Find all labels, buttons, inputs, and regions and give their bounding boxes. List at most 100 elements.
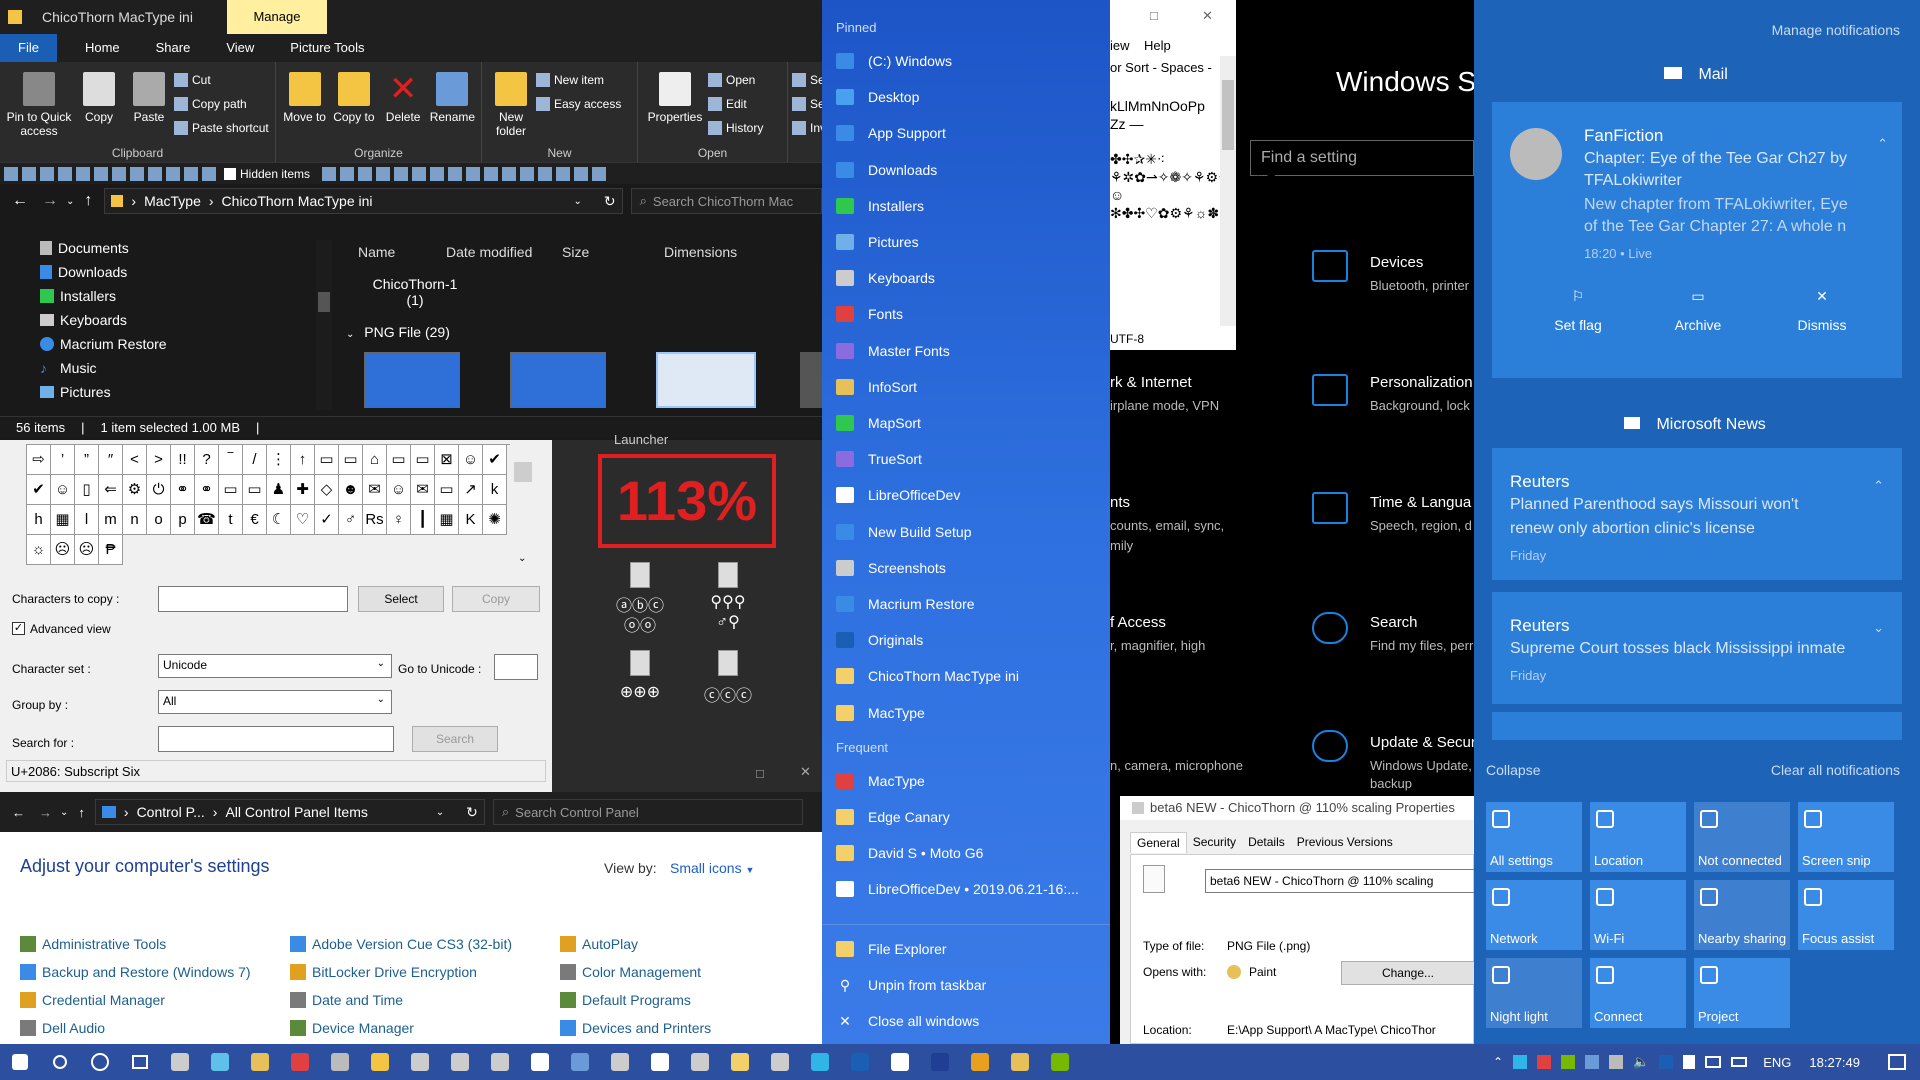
manage-notifications-link[interactable]: Manage notifications [1772,22,1900,38]
tab-share[interactable]: Share [138,34,209,62]
qat-icon[interactable] [394,166,409,181]
qat-icon[interactable] [430,166,445,181]
chevron-up-icon[interactable]: ⌃ [1877,136,1888,152]
pinned-item[interactable]: Master Fonts [836,336,1100,366]
refresh-icon[interactable]: ↻ [604,193,616,210]
char-cell[interactable]: ⚭ [195,475,219,505]
taskbar-app-button[interactable] [240,1044,280,1080]
taskbar-app-button[interactable] [280,1044,320,1080]
change-button[interactable]: Change... [1341,961,1475,985]
taskbar-app-button[interactable] [360,1044,400,1080]
taskbar-app-button[interactable] [920,1044,960,1080]
column-name[interactable]: Name [358,244,395,260]
personalization-icon[interactable] [1312,374,1348,406]
quick-action-tile[interactable]: Nearby sharing [1694,880,1790,950]
char-cell[interactable]: > [147,445,171,475]
easy-access-button[interactable]: Easy access [536,94,621,114]
char-cell[interactable]: ▦ [51,505,75,535]
pinned-item[interactable]: Keyboards [836,263,1100,293]
frequent-item[interactable]: David S • Moto G6 [836,838,1100,868]
tray-app-icon[interactable] [1585,1055,1600,1069]
char-cell[interactable]: ☺ [51,475,75,505]
frequent-item[interactable]: MacType [836,766,1100,796]
file-icon[interactable] [718,562,738,588]
qat-icon[interactable] [592,166,607,181]
char-cell[interactable]: ☹ [51,535,75,565]
qat-icon[interactable] [358,166,373,181]
char-cell[interactable]: K [459,505,483,535]
char-cell[interactable]: ▭ [411,445,435,475]
qat-icon[interactable] [340,166,355,181]
char-cell[interactable]: ⏻ [147,475,171,505]
recent-chevron-icon[interactable]: ⌄ [60,807,68,818]
qat-icon[interactable] [58,166,72,181]
pinned-item[interactable]: (C:) Windows [836,46,1100,76]
clear-all-notifications-link[interactable]: Clear all notifications [1771,762,1900,778]
time-language-icon[interactable] [1312,492,1348,524]
char-cell[interactable]: ₱ [99,535,123,565]
breadcrumb-current[interactable]: ChicoThorn MacType ini [222,193,373,209]
quick-action-tile[interactable]: Project [1694,958,1790,1028]
char-cell[interactable]: ▯ [75,475,99,505]
column-date-modified[interactable]: Date modified [446,244,532,260]
control-panel-item[interactable]: Administrative Tools [20,936,166,952]
char-cell[interactable]: ⚭ [171,475,195,505]
forward-arrow-icon[interactable]: → [42,192,58,210]
search-button[interactable] [40,1044,80,1080]
taskbar-app-button[interactable] [960,1044,1000,1080]
back-arrow-icon[interactable]: ← [12,192,28,210]
column-size[interactable]: Size [562,244,589,260]
nav-item-keyboards[interactable]: Keyboards [0,308,335,332]
tray-app-icon[interactable] [1659,1055,1674,1069]
power-icon[interactable] [1731,1057,1748,1067]
qat-icon[interactable] [448,166,463,181]
pinned-item[interactable]: App Support [836,118,1100,148]
char-cell[interactable]: Rs [363,505,387,535]
archive-button[interactable]: ▭ Archive [1658,288,1738,333]
char-cell[interactable]: ◇ [315,475,339,505]
thumbnail-selected[interactable] [656,352,756,408]
char-cell[interactable]: ✚ [291,475,315,505]
news-notification-card[interactable]: Reuters Planned Parenthood says Missouri… [1492,448,1902,580]
char-cell[interactable]: ⚙ [123,475,147,505]
pinned-item[interactable]: Fonts [836,299,1100,329]
network-icon[interactable] [1705,1056,1722,1068]
up-arrow-icon[interactable]: ↑ [78,805,85,820]
control-panel-item[interactable]: AutoPlay [560,936,638,952]
scroll-thumb[interactable] [318,292,330,312]
breadcrumb-all-items[interactable]: All Control Panel Items [225,804,367,820]
qat-icon[interactable] [112,166,126,181]
pinned-item[interactable]: New Build Setup [836,517,1100,547]
qat-icon[interactable] [4,166,18,181]
char-cell[interactable]: ⌂ [363,445,387,475]
cortana-button[interactable] [80,1044,120,1080]
file-icon[interactable] [630,650,650,676]
char-cell[interactable]: ’ [51,445,75,475]
taskbar-app-button[interactable] [440,1044,480,1080]
cut-button[interactable]: Cut [174,70,269,90]
qat-icon[interactable] [76,166,90,181]
file-icon[interactable] [630,562,650,588]
qat-icon[interactable] [22,166,36,181]
control-panel-item[interactable]: Backup and Restore (Windows 7) [20,964,251,980]
devices-title[interactable]: Devices [1370,254,1423,271]
char-cell[interactable]: ✺ [483,505,507,535]
control-panel-item[interactable]: Device Manager [290,1020,414,1036]
char-cell[interactable]: ✔ [483,445,507,475]
taskbar-app-button[interactable] [800,1044,840,1080]
quick-action-tile[interactable]: Location [1590,802,1686,872]
quick-action-tile[interactable]: Screen snip [1798,802,1894,872]
tab-details[interactable]: Details [1242,832,1291,853]
network-title[interactable]: rk & Internet [1110,374,1192,391]
maximize-icon[interactable]: □ [756,766,764,781]
search-button[interactable]: Search [412,726,498,752]
taskbar-app-button[interactable] [720,1044,760,1080]
char-cell[interactable]: ☹ [75,535,99,565]
nav-item-music[interactable]: ♪ Music [0,356,335,380]
char-cell[interactable]: h [27,505,51,535]
open-button[interactable]: Open [708,70,763,90]
task-view-button[interactable] [120,1044,160,1080]
personalization-title[interactable]: Personalization [1370,374,1473,391]
qat-icon[interactable] [520,166,535,181]
tray-app-icon[interactable] [1561,1055,1576,1069]
